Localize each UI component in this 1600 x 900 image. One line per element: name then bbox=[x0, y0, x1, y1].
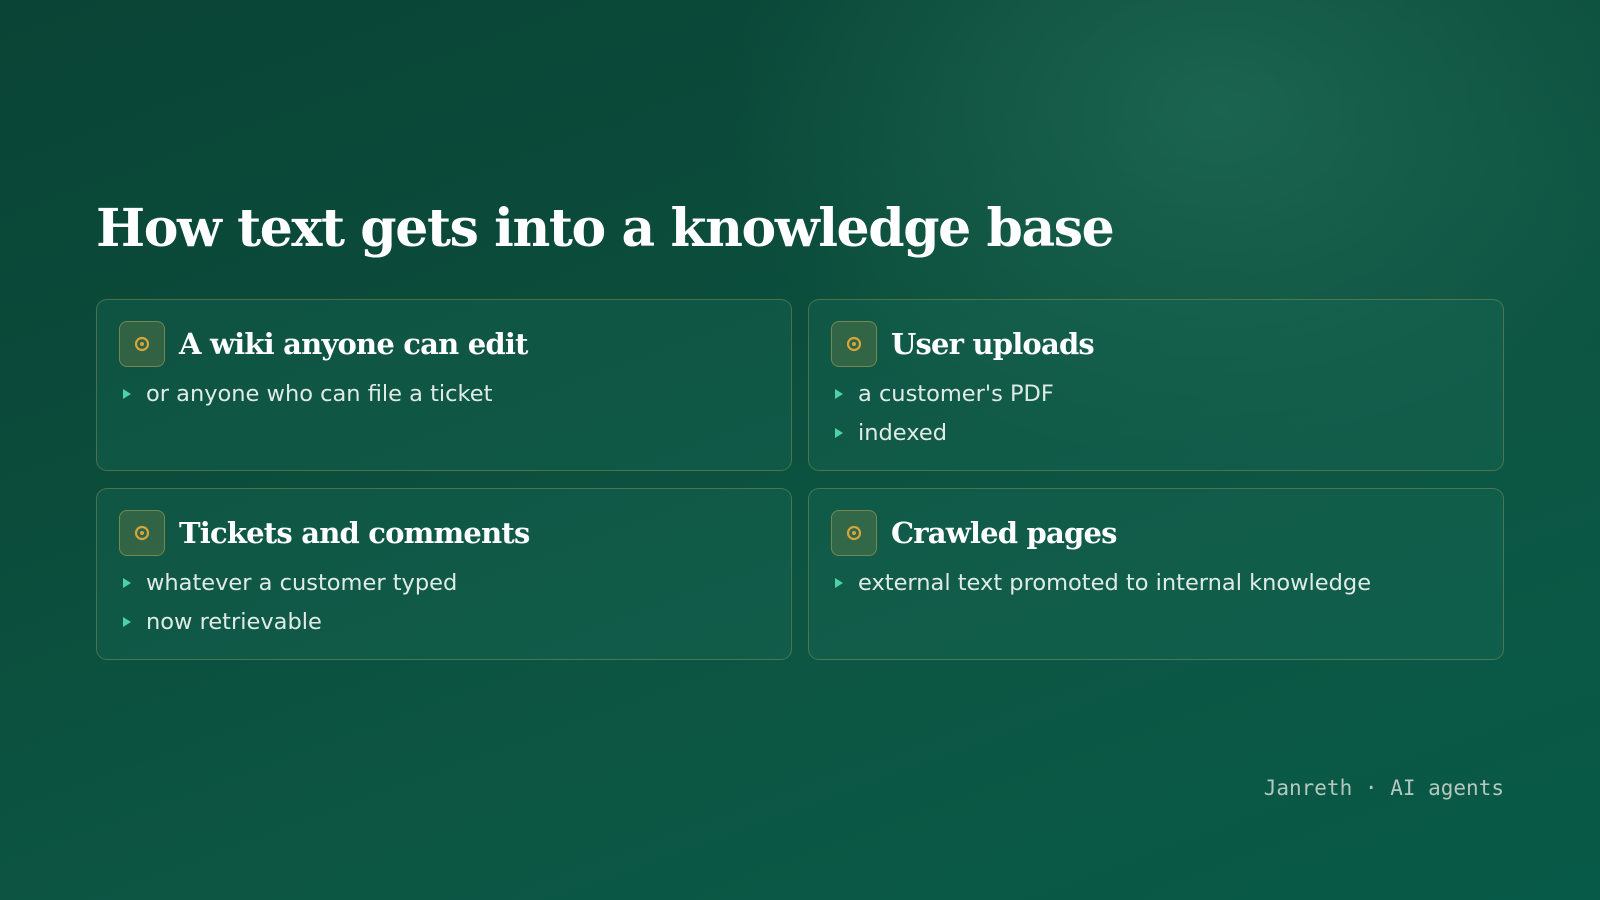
card-header: Crawled pages bbox=[831, 509, 1481, 557]
bullet-arrow-icon bbox=[123, 388, 131, 399]
bullet-list: external text promoted to internal knowl… bbox=[831, 563, 1481, 602]
target-icon bbox=[831, 510, 877, 556]
list-item: whatever a customer typed bbox=[119, 563, 769, 602]
bullet-text: whatever a customer typed bbox=[146, 569, 458, 596]
cards-grid: A wiki anyone can edit or anyone who can… bbox=[96, 299, 1504, 660]
card-crawled: Crawled pages external text promoted to … bbox=[808, 488, 1504, 660]
slide-title: How text gets into a knowledge base bbox=[96, 198, 1115, 259]
bullet-text: a customer's PDF bbox=[858, 380, 1054, 407]
target-icon bbox=[119, 321, 165, 367]
bullet-arrow-icon bbox=[123, 616, 131, 627]
bullet-list: a customer's PDF indexed bbox=[831, 374, 1481, 452]
list-item: now retrievable bbox=[119, 602, 769, 641]
list-item: external text promoted to internal knowl… bbox=[831, 563, 1481, 602]
list-item: indexed bbox=[831, 413, 1481, 452]
bullet-text: external text promoted to internal knowl… bbox=[858, 569, 1372, 596]
target-icon bbox=[831, 321, 877, 367]
bullet-arrow-icon bbox=[835, 577, 843, 588]
bullet-text: indexed bbox=[858, 419, 947, 446]
card-header: A wiki anyone can edit bbox=[119, 320, 769, 368]
list-item: or anyone who can file a ticket bbox=[119, 374, 769, 413]
footer: Janreth · AI agents bbox=[1264, 776, 1504, 800]
card-title: Crawled pages bbox=[891, 516, 1117, 550]
card-title: A wiki anyone can edit bbox=[179, 327, 528, 361]
card-wiki: A wiki anyone can edit or anyone who can… bbox=[96, 299, 792, 471]
bullet-list: or anyone who can file a ticket bbox=[119, 374, 769, 413]
footer-topic: AI agents bbox=[1390, 776, 1504, 800]
footer-brand: Janreth bbox=[1263, 776, 1353, 800]
card-tickets: Tickets and comments whatever a customer… bbox=[96, 488, 792, 660]
bullet-arrow-icon bbox=[835, 388, 843, 399]
card-uploads: User uploads a customer's PDF indexed bbox=[808, 299, 1504, 471]
footer-separator: · bbox=[1364, 776, 1378, 800]
bullet-list: whatever a customer typed now retrievabl… bbox=[119, 563, 769, 641]
list-item: a customer's PDF bbox=[831, 374, 1481, 413]
card-header: Tickets and comments bbox=[119, 509, 769, 557]
card-title: User uploads bbox=[891, 327, 1095, 361]
card-title: Tickets and comments bbox=[179, 516, 530, 550]
bullet-text: or anyone who can file a ticket bbox=[146, 380, 493, 407]
bullet-arrow-icon bbox=[123, 577, 131, 588]
bullet-arrow-icon bbox=[835, 427, 843, 438]
card-header: User uploads bbox=[831, 320, 1481, 368]
bullet-text: now retrievable bbox=[146, 608, 322, 635]
target-icon bbox=[119, 510, 165, 556]
